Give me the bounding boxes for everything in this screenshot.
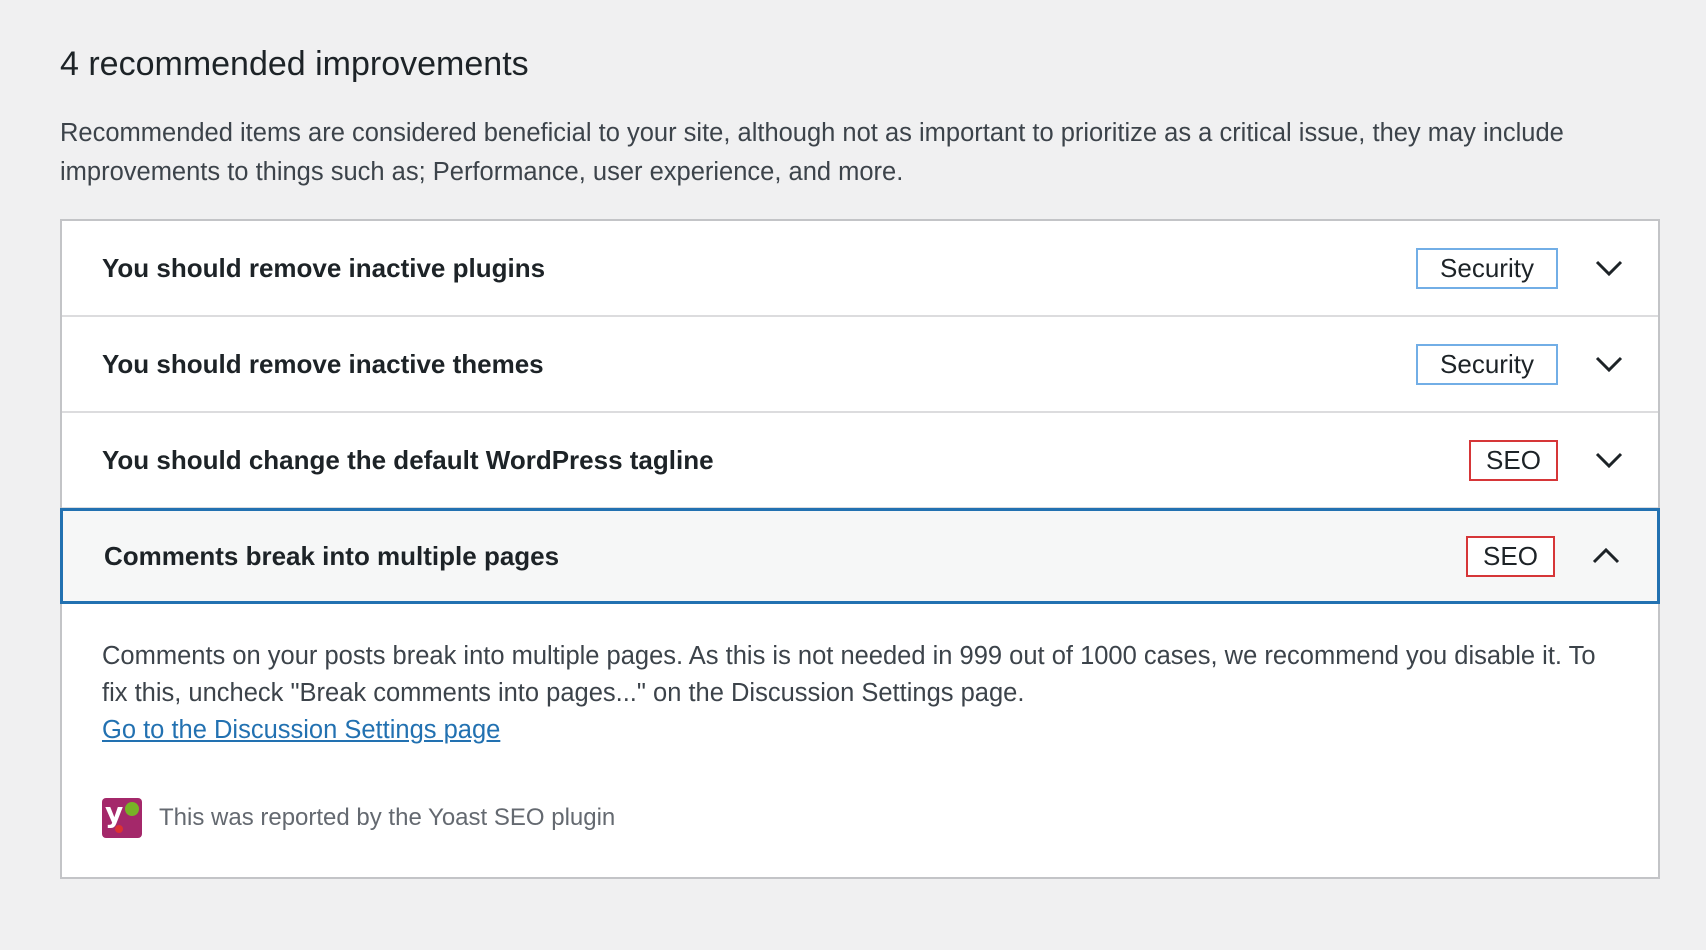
chevron-down-icon[interactable] bbox=[1592, 443, 1626, 477]
section-title: 4 recommended improvements bbox=[60, 45, 529, 83]
category-badge: Security bbox=[1416, 343, 1558, 385]
accordion-item-title: Comments break into multiple pages bbox=[104, 540, 560, 571]
accordion-item-title: You should remove inactive themes bbox=[102, 348, 544, 379]
section-description: Recommended items are considered benefic… bbox=[60, 119, 1564, 186]
reported-by-text: This was reported by the Yoast SEO plugi… bbox=[159, 804, 616, 831]
accordion-item-comments-pages[interactable]: Comments break into multiple pages SEO bbox=[60, 508, 1660, 604]
improvements-accordion: You should remove inactive plugins Secur… bbox=[60, 219, 1660, 879]
category-badge: Security bbox=[1416, 247, 1558, 289]
chevron-down-icon[interactable] bbox=[1592, 251, 1626, 285]
reported-by: y This was reported by the Yoast SEO plu… bbox=[102, 798, 1618, 838]
category-badge: SEO bbox=[1466, 535, 1555, 577]
accordion-panel: Comments on your posts break into multip… bbox=[62, 604, 1658, 838]
chevron-up-icon[interactable] bbox=[1589, 539, 1623, 573]
panel-description: Comments on your posts break into multip… bbox=[102, 642, 1596, 707]
accordion-item-default-tagline[interactable]: You should change the default WordPress … bbox=[62, 413, 1658, 509]
accordion-item-title: You should remove inactive plugins bbox=[102, 252, 546, 283]
accordion-item-inactive-plugins[interactable]: You should remove inactive plugins Secur… bbox=[62, 221, 1658, 317]
accordion-item-title: You should change the default WordPress … bbox=[102, 444, 714, 475]
accordion-item-inactive-themes[interactable]: You should remove inactive themes Securi… bbox=[62, 317, 1658, 413]
discussion-settings-link[interactable]: Go to the Discussion Settings page bbox=[102, 712, 500, 748]
category-badge: SEO bbox=[1469, 439, 1558, 481]
chevron-down-icon[interactable] bbox=[1592, 347, 1626, 381]
yoast-logo-icon: y bbox=[102, 798, 142, 838]
site-health-page: 4 recommended improvements Recommended i… bbox=[0, 0, 1706, 950]
